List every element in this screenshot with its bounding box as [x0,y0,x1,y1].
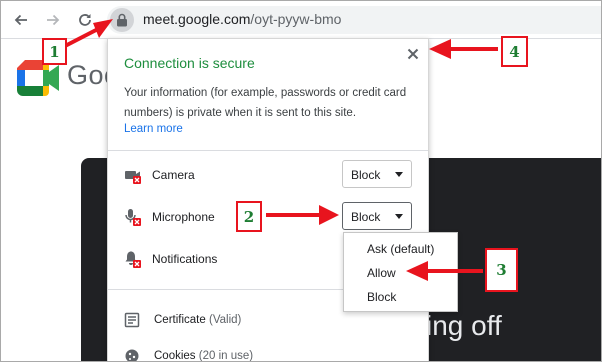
video-status-text: ing off [426,310,502,341]
certificate-icon [124,312,142,330]
permission-label: Notifications [152,252,218,266]
cookies-status: (20 in use) [198,350,254,362]
certificate-text: Certificate [154,314,206,326]
popup-description: Your information (for example, passwords… [124,87,407,119]
site-info-popup: Connection is secure Your information (f… [107,38,429,362]
url-host: meet.google.com [143,11,251,27]
camera-blocked-icon [124,166,142,184]
microphone-permission-select[interactable]: Block [342,202,412,230]
forward-arrow-icon[interactable] [43,10,63,30]
cookies-text: Cookies [154,350,196,362]
url-path: /oyt-pyyw-bmo [250,11,342,27]
reload-icon[interactable] [75,10,95,30]
annotation-step-3: 3 [485,248,518,292]
browser-window: meet.google.com/oyt-pyyw-bmo Goo ing off… [0,0,602,362]
option-allow[interactable]: Allow [344,261,457,285]
certificate-status: (Valid) [208,314,242,326]
certificate-label: Certificate (Valid) [154,314,241,326]
microphone-options-dropdown: Ask (default) Allow Block [343,232,458,312]
chevron-down-icon [395,214,403,219]
permission-row-microphone: Microphone Block [124,202,414,232]
url-text[interactable]: meet.google.com/oyt-pyyw-bmo [143,11,341,27]
select-value: Block [351,168,381,182]
option-ask-default[interactable]: Ask (default) [344,237,457,261]
notifications-blocked-icon [124,250,142,268]
annotation-step-4: 4 [501,36,528,67]
select-value: Block [351,210,381,224]
close-icon[interactable] [404,45,422,63]
lock-icon[interactable] [110,8,134,32]
permission-label: Microphone [152,210,215,224]
permission-row-camera: Camera Block [124,160,414,190]
annotation-step-1: 1 [42,38,67,65]
popup-title: Connection is secure [124,55,255,71]
cookies-row[interactable]: Cookies (20 in use) [124,347,414,362]
annotation-step-2: 2 [236,201,262,232]
cookie-icon [124,348,142,361]
chevron-down-icon [395,172,403,177]
cookies-label: Cookies (20 in use) [154,350,254,362]
camera-permission-select[interactable]: Block [342,160,412,188]
back-arrow-icon[interactable] [11,10,31,30]
google-meet-logo [17,60,59,99]
option-block[interactable]: Block [344,285,457,309]
learn-more-link[interactable]: Learn more [124,123,183,135]
microphone-blocked-icon [124,208,142,226]
address-bar[interactable]: meet.google.com/oyt-pyyw-bmo [107,6,601,34]
browser-toolbar: meet.google.com/oyt-pyyw-bmo [1,1,601,39]
divider [108,150,428,151]
certificate-row[interactable]: Certificate (Valid) [124,311,414,331]
permission-label: Camera [152,168,195,182]
